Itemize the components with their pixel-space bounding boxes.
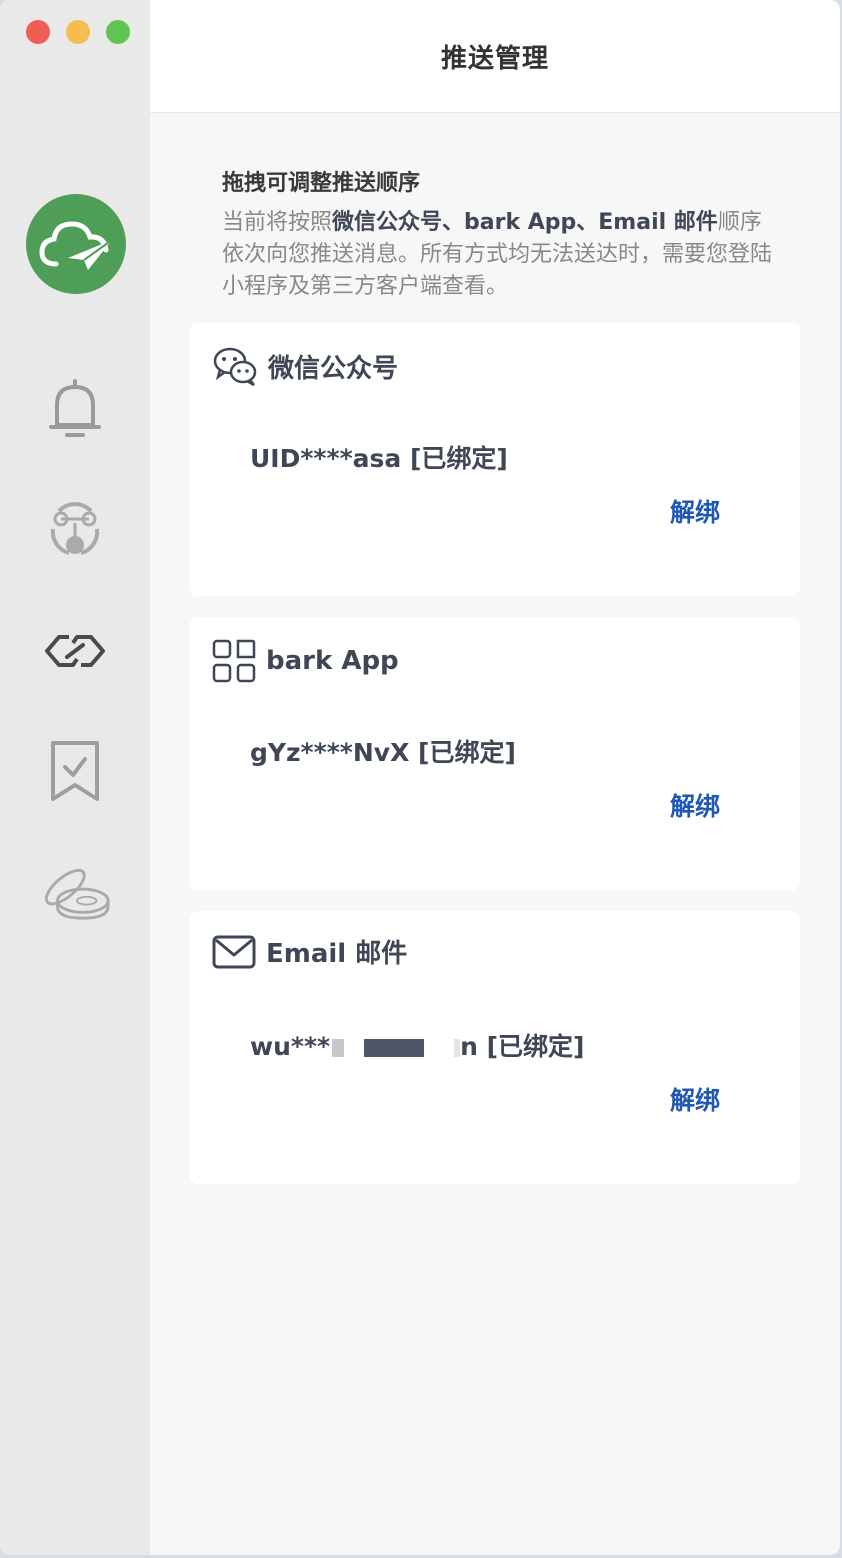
redacted-gray-block [332, 1039, 345, 1057]
intro-section: 拖拽可调整推送顺序 当前将按照微信公众号、bark App、Email 邮件顺序… [222, 165, 782, 303]
header: 推送管理 [150, 0, 840, 113]
card-header: Email 邮件 [212, 933, 407, 970]
redacted-spacer [424, 1039, 454, 1057]
unbind-button[interactable]: 解绑 [670, 493, 720, 529]
intro-desc-bold: 微信公众号、bark App、Email 邮件 [332, 210, 718, 235]
bound-account-id: gYz****NvX [已绑定] [250, 738, 516, 767]
card-title: Email 邮件 [266, 939, 408, 969]
intro-title: 拖拽可调整推送顺序 [222, 171, 421, 196]
close-window-button[interactable] [26, 20, 50, 44]
card-header: bark App [212, 639, 399, 683]
zoom-window-button[interactable] [106, 20, 130, 44]
push-card-bark[interactable]: bark App gYz****NvX [已绑定] 解绑 [190, 617, 800, 890]
nav-push-binding[interactable] [40, 616, 110, 686]
coins-icon [44, 868, 110, 920]
card-header: 微信公众号 [212, 345, 398, 387]
bound-account-id: UID****asa [已绑定] [250, 444, 508, 473]
mail-icon [212, 935, 256, 968]
redacted-dark-block [364, 1039, 425, 1057]
robot-icon [50, 502, 100, 555]
nav-robot[interactable] [40, 494, 110, 564]
nav-notifications[interactable] [40, 373, 110, 443]
sidebar [0, 0, 150, 1555]
card-title: bark App [266, 646, 399, 676]
page-title: 推送管理 [440, 43, 549, 74]
redacted-spacer [344, 1039, 364, 1057]
unbind-button[interactable]: 解绑 [670, 787, 720, 823]
bell-icon [49, 379, 101, 437]
bound-account-email: wu*** n [已绑定] [250, 1027, 584, 1063]
link-icon [45, 635, 105, 667]
app-window: 推送管理 拖拽可调整推送顺序 当前将按照微信公众号、bark App、Email… [0, 0, 840, 1555]
minimize-window-button[interactable] [66, 20, 90, 44]
email-start: wu*** [250, 1032, 331, 1061]
push-card-email[interactable]: Email 邮件 wu*** n [已绑定] 解绑 [190, 911, 800, 1184]
email-end: n [已绑定] [460, 1032, 585, 1061]
cloud-paper-plane-icon [39, 221, 113, 270]
push-card-wechat[interactable]: 微信公众号 UID****asa [已绑定] 解绑 [190, 323, 800, 596]
wechat-icon [213, 347, 257, 387]
intro-desc-prefix: 当前将按照 [222, 210, 333, 235]
apps-grid-icon [212, 639, 256, 683]
app-logo [26, 194, 126, 294]
intro-description: 当前将按照微信公众号、bark App、Email 邮件顺序依次向您推送消息。所… [222, 207, 782, 303]
nav-coins[interactable] [40, 856, 110, 926]
nav-tasks[interactable] [40, 736, 110, 806]
bookmark-check-icon [51, 741, 99, 801]
unbind-button[interactable]: 解绑 [670, 1081, 720, 1117]
card-title: 微信公众号 [268, 353, 399, 384]
